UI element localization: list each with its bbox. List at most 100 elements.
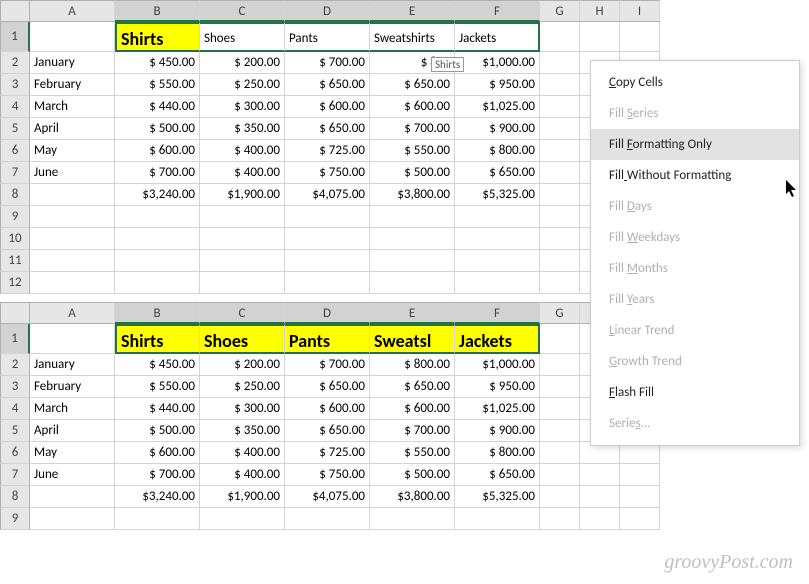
header-cell[interactable]: Shirts (115, 324, 200, 354)
data-cell[interactable]: $ 300.00 (200, 96, 285, 118)
data-cell[interactable]: $ 700.00 (285, 354, 370, 376)
data-cell[interactable]: $ 400.00 (200, 140, 285, 162)
cell[interactable] (200, 206, 285, 228)
header-cell[interactable]: Sweatsl (370, 324, 455, 354)
cell[interactable] (540, 22, 580, 52)
cell[interactable] (540, 508, 580, 530)
cell[interactable] (540, 52, 580, 74)
data-cell[interactable]: $ 650.00 (370, 74, 455, 96)
cell[interactable] (370, 206, 455, 228)
row-header-3[interactable]: 3 (0, 74, 30, 96)
data-cell[interactable]: $ 500.00 (115, 420, 200, 442)
row-header-7[interactable]: 7 (0, 162, 30, 184)
cell[interactable]: April (30, 118, 115, 140)
cell[interactable] (285, 206, 370, 228)
data-cell[interactable]: $ 650.00 (455, 162, 540, 184)
col-header-D[interactable]: D (285, 0, 370, 22)
data-cell[interactable]: $3,240.00 (115, 486, 200, 508)
data-cell[interactable]: $ 600.00 (370, 398, 455, 420)
select-all-corner[interactable] (0, 0, 30, 22)
cell[interactable]: May (30, 442, 115, 464)
data-cell[interactable]: $1,900.00 (200, 184, 285, 206)
cell[interactable] (30, 324, 115, 354)
col-header-E[interactable]: E (370, 302, 455, 324)
data-cell[interactable]: $ 250.00 (200, 74, 285, 96)
cell[interactable] (620, 464, 660, 486)
cell[interactable] (285, 508, 370, 530)
col-header-G[interactable]: G (540, 0, 580, 22)
cell[interactable] (370, 250, 455, 272)
menu-item-fill-without-formatting[interactable]: Fill Without Formatting (591, 160, 799, 191)
data-cell[interactable]: $ 900.00 (455, 118, 540, 140)
cell[interactable] (115, 250, 200, 272)
col-header-F[interactable]: F (455, 302, 540, 324)
col-header-D[interactable]: D (285, 302, 370, 324)
cell[interactable] (30, 184, 115, 206)
data-cell[interactable]: $ 450.00 (115, 354, 200, 376)
data-cell[interactable]: $ 800.00 (455, 442, 540, 464)
data-cell[interactable]: $4,075.00 (285, 184, 370, 206)
cell[interactable] (540, 398, 580, 420)
cell[interactable] (200, 250, 285, 272)
data-cell[interactable]: $4,075.00 (285, 486, 370, 508)
cell[interactable] (200, 508, 285, 530)
cell[interactable]: February (30, 376, 115, 398)
data-cell[interactable]: $ 440.00 (115, 398, 200, 420)
data-cell[interactable]: $ 200.00 (200, 52, 285, 74)
data-cell[interactable]: $ 440.00 (115, 96, 200, 118)
row-header-5[interactable]: 5 (0, 118, 30, 140)
cell[interactable] (370, 228, 455, 250)
cell[interactable] (200, 272, 285, 294)
cell[interactable]: January (30, 354, 115, 376)
data-cell[interactable]: $ 700.00 (370, 420, 455, 442)
cell[interactable] (540, 272, 580, 294)
data-cell[interactable]: $1,025.00 (455, 96, 540, 118)
cell[interactable] (285, 250, 370, 272)
cell[interactable] (540, 162, 580, 184)
header-cell[interactable]: Jackets (455, 324, 540, 354)
data-cell[interactable]: $ 800.00 (370, 354, 455, 376)
row-header-6[interactable]: 6 (0, 442, 30, 464)
cell[interactable] (540, 140, 580, 162)
data-cell[interactable]: $ 450.00 (115, 52, 200, 74)
data-cell[interactable]: $1,000.00 (455, 52, 540, 74)
data-cell[interactable]: $ 400.00 (200, 464, 285, 486)
cell[interactable]: March (30, 96, 115, 118)
row-header-4[interactable]: 4 (0, 96, 30, 118)
row-header-2[interactable]: 2 (0, 52, 30, 74)
data-cell[interactable]: $ 550.00 (115, 74, 200, 96)
data-cell[interactable]: $ 900.00 (455, 420, 540, 442)
cell[interactable] (115, 508, 200, 530)
menu-item-fill-formatting-only[interactable]: Fill Formatting Only (591, 129, 799, 160)
data-cell[interactable]: $3,240.00 (115, 184, 200, 206)
data-cell[interactable]: $ 200.00 (200, 354, 285, 376)
cell[interactable] (580, 22, 620, 52)
cell[interactable] (370, 272, 455, 294)
col-header-E[interactable]: E (370, 0, 455, 22)
data-cell[interactable]: $ 250.00 (200, 376, 285, 398)
data-cell[interactable]: $ 600.00 (115, 442, 200, 464)
data-cell[interactable]: $1,000.00 (455, 354, 540, 376)
data-cell[interactable]: $ 700.00 (285, 52, 370, 74)
cell[interactable]: May (30, 140, 115, 162)
data-cell[interactable]: $ 725.00 (285, 442, 370, 464)
data-cell[interactable]: $ 950.00 (455, 376, 540, 398)
data-cell[interactable]: $ 600.00 (115, 140, 200, 162)
cell[interactable] (540, 118, 580, 140)
row-header-4[interactable]: 4 (0, 398, 30, 420)
row-header-11[interactable]: 11 (0, 250, 30, 272)
col-header-A[interactable]: A (30, 302, 115, 324)
header-cell[interactable]: Jackets (455, 22, 540, 52)
cell[interactable] (30, 486, 115, 508)
cell[interactable] (30, 206, 115, 228)
data-cell[interactable]: $ 650.00 (285, 376, 370, 398)
data-cell[interactable]: $ 500.00 (370, 464, 455, 486)
data-cell[interactable]: $ 650.00 (455, 464, 540, 486)
data-cell[interactable]: $ 725.00 (285, 140, 370, 162)
cell[interactable] (30, 272, 115, 294)
cell[interactable] (540, 354, 580, 376)
cell[interactable] (540, 228, 580, 250)
data-cell[interactable]: $ 600.00 (370, 96, 455, 118)
row-header-8[interactable]: 8 (0, 486, 30, 508)
cell[interactable] (540, 464, 580, 486)
